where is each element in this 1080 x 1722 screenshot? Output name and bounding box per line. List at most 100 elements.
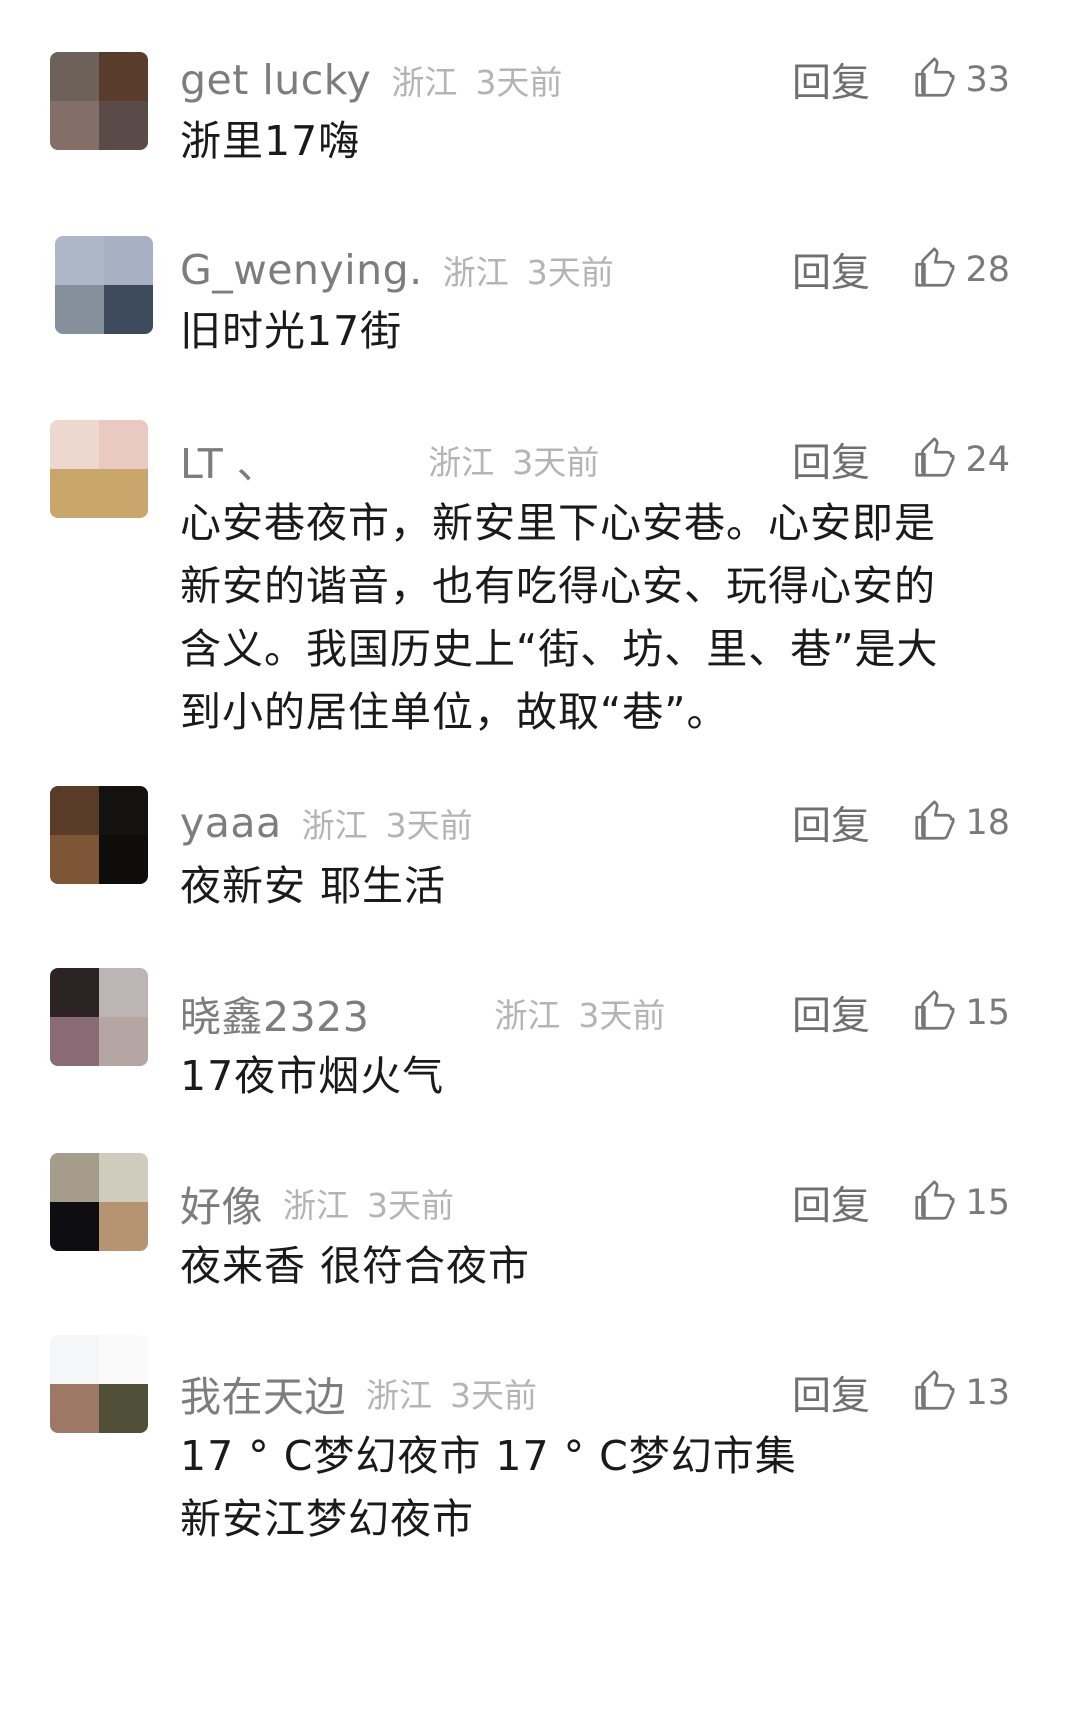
comment-text-line: 夜来香 很符合夜市 — [180, 1242, 531, 1290]
avatar-pixel — [99, 101, 148, 150]
comment-text-line: 到小的居住单位，故取“巷”。 — [180, 688, 729, 736]
comment-text: 夜新安 耶生活 — [180, 855, 980, 918]
comment-meta: 好像 浙江 3天前 — [180, 1173, 454, 1233]
reply-button[interactable]: 回复 — [792, 983, 870, 1043]
avatar-pixel — [50, 1017, 99, 1066]
avatar[interactable] — [50, 968, 148, 1066]
avatar-pixel — [99, 469, 148, 518]
avatar-pixel — [50, 420, 99, 469]
like-count: 15 — [965, 1183, 1010, 1223]
location-label: 浙江 — [494, 996, 561, 1035]
like-button[interactable]: 15 — [911, 983, 1010, 1043]
username[interactable]: 晓鑫2323 — [180, 983, 369, 1043]
comment-text: 17 ° C梦幻夜市 17 ° C梦幻市集 新安江梦幻夜市 — [180, 1425, 980, 1551]
username[interactable]: 好像 — [180, 1173, 263, 1233]
avatar-pixel — [99, 1017, 148, 1066]
comment-text: 17夜市烟火气 — [180, 1045, 980, 1108]
avatar-pixel — [50, 469, 99, 518]
avatar[interactable] — [50, 1153, 148, 1251]
thumbs-up-icon — [911, 245, 957, 295]
avatar-pixel — [99, 52, 148, 101]
comment-text-line: 17夜市烟火气 — [180, 1052, 445, 1100]
comment-meta: LT 、 浙江 3天前 — [180, 430, 599, 490]
avatar[interactable] — [55, 236, 153, 334]
avatar-pixel — [99, 1153, 148, 1202]
username[interactable]: 我在天边 — [180, 1363, 346, 1423]
comment-meta: yaaa 浙江 3天前 — [180, 793, 473, 853]
location-label: 浙江 — [301, 806, 368, 845]
like-button[interactable]: 24 — [911, 430, 1010, 490]
reply-button[interactable]: 回复 — [792, 793, 870, 853]
username[interactable]: G_wenying. — [180, 246, 423, 294]
like-count: 28 — [965, 250, 1010, 290]
avatar-pixel — [50, 1153, 99, 1202]
like-button[interactable]: 13 — [911, 1363, 1010, 1423]
avatar-pixel — [99, 835, 148, 884]
like-button[interactable]: 18 — [911, 793, 1010, 853]
comment-text-line: 新安的谐音，也有吃得心安、玩得心安的 — [180, 562, 936, 610]
like-count: 33 — [965, 60, 1010, 100]
avatar-pixel — [99, 420, 148, 469]
avatar-pixel — [99, 786, 148, 835]
avatar-pixel — [50, 1202, 99, 1251]
comment-text-line: 心安巷夜市，新安里下心安巷。心安即是 — [180, 499, 936, 547]
reply-button[interactable]: 回复 — [792, 1173, 870, 1233]
avatar-pixel — [50, 1384, 99, 1433]
thumbs-up-icon — [911, 798, 957, 848]
location-label: 浙江 — [442, 253, 509, 292]
avatar-pixel — [50, 101, 99, 150]
username[interactable]: yaaa — [180, 799, 282, 847]
avatar-pixel — [50, 1335, 99, 1384]
timestamp: 3天前 — [450, 1376, 537, 1415]
comment-meta: get lucky 浙江 3天前 — [180, 50, 562, 110]
comment-text-line: 含义。我国历史上“街、坊、里、巷”是大 — [180, 625, 939, 673]
comment-text-line: 17 ° C梦幻夜市 17 ° C梦幻市集 — [180, 1432, 797, 1480]
comment-text-line: 浙里17嗨 — [180, 117, 361, 165]
username[interactable]: get lucky — [180, 56, 371, 104]
timestamp: 3天前 — [578, 996, 666, 1035]
thumbs-up-icon — [911, 55, 957, 105]
avatar-pixel — [55, 236, 104, 285]
like-count: 24 — [965, 440, 1010, 480]
location-label: 浙江 — [283, 1186, 349, 1225]
timestamp: 3天前 — [526, 253, 614, 292]
avatar-pixel — [99, 1384, 148, 1433]
thumbs-up-icon — [911, 988, 957, 1038]
comment-text: 旧时光17街 — [180, 300, 980, 363]
avatar-pixel — [50, 786, 99, 835]
comment-text: 心安巷夜市，新安里下心安巷。心安即是 新安的谐音，也有吃得心安、玩得心安的 含义。我… — [180, 492, 980, 744]
comment-text: 夜来香 很符合夜市 — [180, 1235, 980, 1298]
thumbs-up-icon — [911, 1368, 957, 1418]
reply-button[interactable]: 回复 — [792, 430, 870, 490]
avatar-pixel — [55, 285, 104, 334]
like-count: 13 — [965, 1373, 1010, 1413]
thumbs-up-icon — [911, 1178, 957, 1228]
avatar-pixel — [99, 1335, 148, 1384]
avatar-pixel — [104, 285, 153, 334]
timestamp: 3天前 — [475, 63, 563, 102]
like-button[interactable]: 28 — [911, 240, 1010, 300]
like-button[interactable]: 33 — [911, 50, 1010, 110]
like-count: 18 — [965, 803, 1010, 843]
avatar-pixel — [50, 835, 99, 884]
avatar[interactable] — [50, 786, 148, 884]
reply-button[interactable]: 回复 — [792, 1363, 870, 1423]
avatar-pixel — [50, 968, 99, 1017]
avatar-pixel — [99, 1202, 148, 1251]
avatar-pixel — [50, 52, 99, 101]
timestamp: 3天前 — [512, 443, 600, 482]
username[interactable]: LT 、 — [180, 430, 278, 490]
timestamp: 3天前 — [367, 1186, 454, 1225]
location-label: 浙江 — [366, 1376, 432, 1415]
avatar[interactable] — [50, 1335, 148, 1433]
comment-text: 浙里17嗨 — [180, 110, 980, 173]
reply-button[interactable]: 回复 — [792, 240, 870, 300]
avatar-pixel — [104, 236, 153, 285]
reply-button[interactable]: 回复 — [792, 50, 870, 110]
like-button[interactable]: 15 — [911, 1173, 1010, 1233]
like-count: 15 — [965, 993, 1010, 1033]
avatar[interactable] — [50, 52, 148, 150]
thumbs-up-icon — [911, 435, 957, 485]
avatar[interactable] — [50, 420, 148, 518]
location-label: 浙江 — [428, 443, 495, 482]
